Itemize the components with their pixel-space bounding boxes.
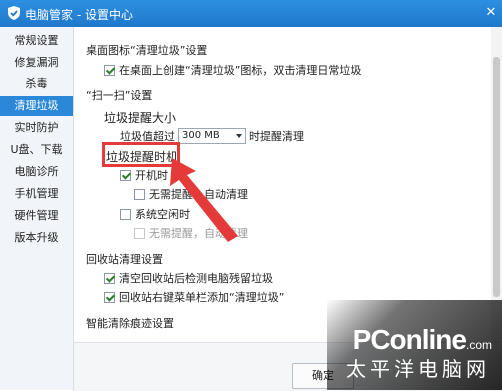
recycle-option-2-label: 回收站右键菜单栏添加“清理垃圾” bbox=[119, 291, 285, 304]
sidebar-item-phone[interactable]: 手机管理 bbox=[0, 184, 73, 204]
desktop-icon-option-label: 在桌面上创建“清理垃圾”图标，双击清理日常垃圾 bbox=[119, 64, 362, 77]
sidebar-item-clinic[interactable]: 电脑诊所 bbox=[0, 162, 73, 182]
sidebar-item-general[interactable]: 常规设置 bbox=[0, 31, 73, 51]
sidebar-item-upgrade[interactable]: 版本升级 bbox=[0, 228, 73, 248]
on-idle-option[interactable]: 系统空闲时 bbox=[120, 206, 190, 222]
on-boot-auto-option[interactable]: 无需提醒，自动清理 bbox=[134, 186, 248, 202]
on-idle-auto-label: 无需提醒，自动清理 bbox=[149, 227, 248, 240]
window-title: 电脑管家 - 设置中心 bbox=[25, 8, 133, 22]
recycle-option-1-label: 清空回收站后检测电脑残留垃圾 bbox=[119, 272, 273, 285]
on-boot-label: 开机时 bbox=[135, 169, 168, 182]
sidebar-item-usb-download[interactable]: U盘、下载 bbox=[0, 140, 73, 160]
on-idle-auto-option: 无需提醒，自动清理 bbox=[134, 225, 248, 241]
on-boot-option[interactable]: 开机时 bbox=[120, 167, 168, 183]
sidebar-item-patch[interactable]: 修复漏洞 bbox=[0, 53, 73, 73]
watermark-brand-suffix: .com bbox=[465, 338, 492, 352]
recycle-option-1[interactable]: 清空回收站后检测电脑残留垃圾 bbox=[104, 270, 273, 286]
recycle-option-2[interactable]: 回收站右键菜单栏添加“清理垃圾” bbox=[104, 289, 284, 305]
watermark-brand: PConline.com bbox=[353, 324, 492, 356]
on-idle-auto-checkbox bbox=[134, 227, 145, 239]
shield-logo-icon bbox=[8, 6, 20, 20]
recycle-option-1-checkbox[interactable] bbox=[104, 272, 115, 284]
threshold-value: 300 MB bbox=[182, 130, 220, 141]
threshold-suffix: 时提醒清理 bbox=[249, 130, 304, 143]
sidebar: 常规设置 修复漏洞 杀毒 清理垃圾 实时防护 U盘、下载 电脑诊所 手机管理 硬… bbox=[0, 27, 74, 390]
desktop-icon-option[interactable]: 在桌面上创建“清理垃圾”图标，双击清理日常垃圾 bbox=[104, 62, 361, 78]
watermark-subtitle: 太平洋电脑网 bbox=[346, 357, 490, 381]
size-subtitle: 垃圾提醒大小 bbox=[104, 111, 177, 125]
on-idle-checkbox[interactable] bbox=[120, 208, 131, 220]
smart-section-title: 智能清除痕迹设置 bbox=[86, 317, 174, 330]
desktop-icon-section-title: 桌面图标“清理垃圾”设置 bbox=[86, 44, 208, 57]
chevron-down-icon bbox=[236, 134, 242, 138]
recycle-section-title: 回收站清理设置 bbox=[86, 253, 163, 266]
threshold-select[interactable]: 300 MB bbox=[178, 128, 246, 144]
recycle-option-2-checkbox[interactable] bbox=[104, 291, 115, 303]
watermark: PConline.com 太平洋电脑网 bbox=[327, 300, 502, 390]
on-boot-auto-checkbox[interactable] bbox=[134, 188, 145, 200]
title-bar: 电脑管家 - 设置中心 ✕ bbox=[0, 0, 502, 27]
watermark-brand-text: PConline bbox=[352, 324, 467, 355]
sidebar-item-realtime[interactable]: 实时防护 bbox=[0, 118, 73, 138]
sidebar-item-clean[interactable]: 清理垃圾 bbox=[0, 96, 73, 116]
on-boot-checkbox[interactable] bbox=[120, 169, 131, 181]
close-icon[interactable]: ✕ bbox=[482, 4, 500, 22]
scan-section-title: “扫一扫”设置 bbox=[86, 89, 153, 102]
sidebar-item-hardware[interactable]: 硬件管理 bbox=[0, 206, 73, 226]
desktop-icon-checkbox[interactable] bbox=[104, 64, 115, 76]
on-boot-auto-label: 无需提醒，自动清理 bbox=[149, 188, 248, 201]
highlight-box bbox=[102, 142, 180, 167]
on-idle-label: 系统空闲时 bbox=[135, 208, 190, 221]
scrollbar-thumb[interactable] bbox=[493, 57, 500, 297]
sidebar-item-antivirus[interactable]: 杀毒 bbox=[0, 74, 73, 94]
